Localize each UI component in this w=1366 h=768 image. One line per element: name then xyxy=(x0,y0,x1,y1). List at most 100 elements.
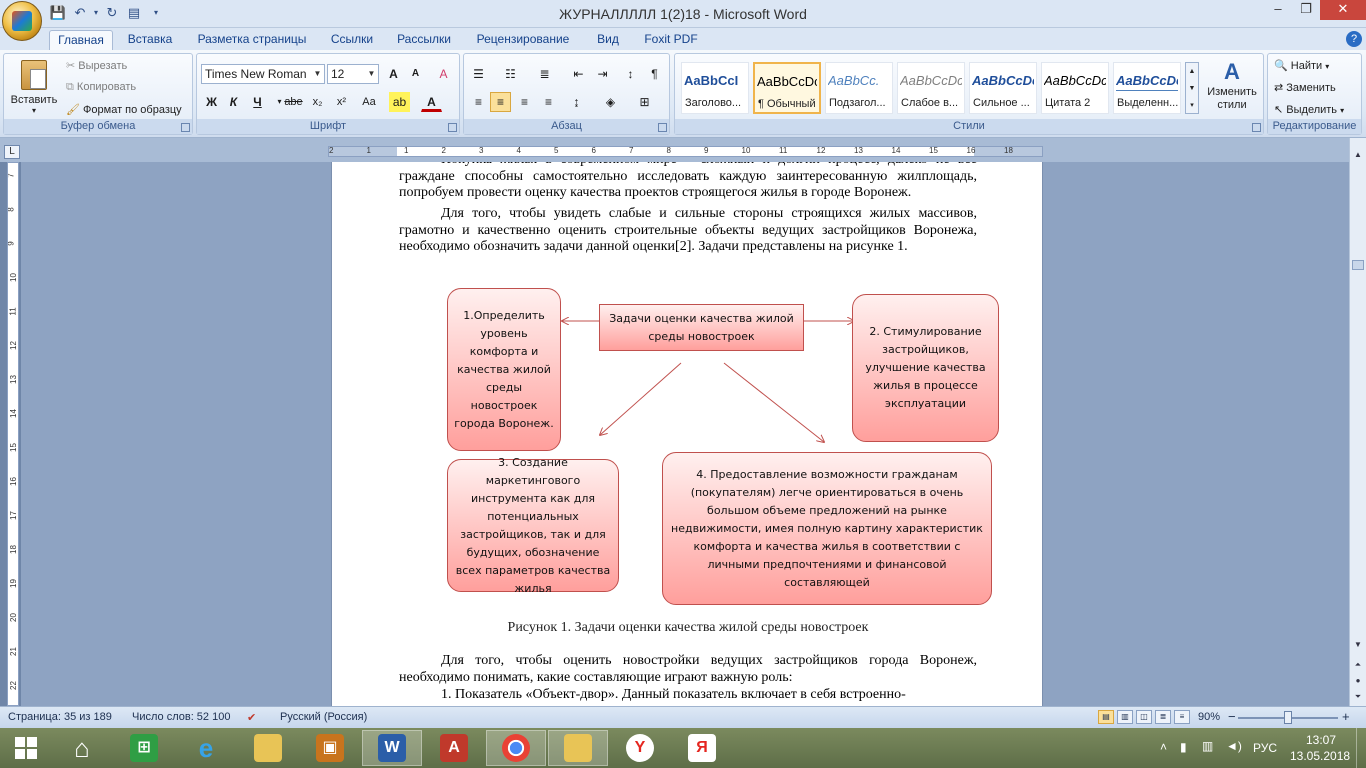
battery-icon[interactable]: ▮ xyxy=(1180,740,1187,754)
style-subtle-emphasis[interactable]: AaBbCcDc Слабое в... xyxy=(897,62,965,114)
taskbar-app[interactable]: ▣ xyxy=(300,730,360,766)
taskbar-ie[interactable]: e xyxy=(176,730,236,766)
font-color-icon[interactable]: A xyxy=(421,92,442,112)
paste-button[interactable]: Вставить ▾ xyxy=(8,58,60,118)
font-size-combo[interactable]: 12 ▼ xyxy=(327,64,379,84)
input-language[interactable]: РУС xyxy=(1253,741,1277,755)
align-left-icon[interactable]: ≡ xyxy=(468,92,489,112)
styles-scroll[interactable]: ▲ ▼ ▾ xyxy=(1185,62,1199,114)
draft-view-icon[interactable]: ≡ xyxy=(1174,710,1190,724)
zoom-level[interactable]: 90% xyxy=(1198,711,1220,723)
grow-font-button[interactable]: A xyxy=(383,64,404,84)
align-center-icon[interactable]: ≡ xyxy=(490,92,511,112)
replace-button[interactable]: ⇄ Заменить xyxy=(1274,81,1336,94)
tab-view[interactable]: Вид xyxy=(590,30,626,50)
change-styles-button[interactable]: A Изменить стили xyxy=(1203,58,1261,118)
style-normal[interactable]: AaBbCcDc ¶ Обычный xyxy=(753,62,821,114)
taskbar-explorer[interactable] xyxy=(548,730,608,766)
previous-page-icon[interactable]: ⏶ xyxy=(1351,658,1365,672)
tray-expand-icon[interactable]: ˄ xyxy=(1160,740,1167,754)
next-page-icon[interactable]: ⏷ xyxy=(1351,690,1365,704)
taskbar-chrome[interactable] xyxy=(486,730,546,766)
volume-icon[interactable]: ◄) xyxy=(1226,739,1242,753)
zoom-slider-knob[interactable] xyxy=(1284,711,1292,724)
highlight-icon[interactable]: ab xyxy=(389,92,410,112)
scroll-up-icon[interactable]: ▲ xyxy=(1351,148,1365,162)
document-page[interactable]: Покупка жилья в современном мире – сложн… xyxy=(331,162,1043,706)
pilcrow-icon[interactable]: ¶ xyxy=(644,64,665,84)
tab-page-layout[interactable]: Разметка страницы xyxy=(192,30,312,50)
align-right-icon[interactable]: ≡ xyxy=(514,92,535,112)
borders-icon[interactable]: ⊞ xyxy=(634,92,655,112)
tab-selector-icon[interactable]: L xyxy=(4,145,20,159)
multilevel-list-icon[interactable]: ≣ xyxy=(534,64,555,84)
find-button[interactable]: 🔍 Найти ▾ xyxy=(1274,59,1329,72)
zoom-out-button[interactable]: − xyxy=(1228,709,1236,724)
print-layout-view-icon[interactable]: ▤ xyxy=(1098,710,1114,724)
zoom-in-button[interactable]: + xyxy=(1342,709,1350,724)
browse-object-icon[interactable]: ● xyxy=(1351,674,1365,688)
clock-date[interactable]: 13.05.2018 xyxy=(1290,749,1350,763)
taskbar-yandex[interactable]: Я xyxy=(672,730,732,766)
select-button[interactable]: ↖ Выделить ▾ xyxy=(1274,103,1344,116)
sort-icon[interactable]: ↕ xyxy=(620,64,641,84)
scroll-thumb[interactable] xyxy=(1352,260,1364,270)
bullets-icon[interactable]: ☰ xyxy=(468,64,489,84)
numbering-icon[interactable]: ☷ xyxy=(500,64,521,84)
clear-format-icon[interactable]: A xyxy=(433,64,454,84)
justify-icon[interactable]: ≡ xyxy=(538,92,559,112)
vertical-ruler[interactable]: 7 8 9 10 11 12 13 14 15 16 17 18 19 20 21 22 xyxy=(7,162,19,706)
tab-insert[interactable]: Вставка xyxy=(122,30,178,50)
web-layout-view-icon[interactable]: ◫ xyxy=(1136,710,1152,724)
taskbar-store[interactable]: ⊞ xyxy=(114,730,174,766)
paragraph-launcher-icon[interactable] xyxy=(658,123,667,132)
shrink-font-button[interactable]: A xyxy=(405,64,426,84)
superscript-button[interactable]: x² xyxy=(331,92,352,112)
show-desktop-button[interactable] xyxy=(1356,728,1366,768)
cut-button[interactable]: ✂ Вырезать xyxy=(66,59,127,72)
strikethrough-button[interactable]: abe xyxy=(283,92,304,112)
font-family-combo[interactable]: Times New Roman ▼ xyxy=(201,64,325,84)
increase-indent-icon[interactable]: ⇥ xyxy=(592,64,613,84)
italic-button[interactable]: К xyxy=(223,92,244,112)
tab-mailings[interactable]: Рассылки xyxy=(392,30,456,50)
language-indicator[interactable]: Русский (Россия) xyxy=(280,711,367,723)
taskbar-word[interactable]: W xyxy=(362,730,422,766)
subscript-button[interactable]: x₂ xyxy=(307,92,328,112)
tab-foxit-pdf[interactable]: Foxit PDF xyxy=(638,30,704,50)
full-reading-view-icon[interactable]: ▥ xyxy=(1117,710,1133,724)
taskbar-autocad[interactable]: A xyxy=(424,730,484,766)
line-spacing-icon[interactable]: ↨ xyxy=(566,92,587,112)
format-painter-button[interactable]: 🖌 Формат по образцу xyxy=(66,103,182,116)
vertical-scrollbar[interactable]: ▲ ▼ ⏶ ● ⏷ xyxy=(1349,138,1366,706)
shading-icon[interactable]: ◈ xyxy=(600,92,621,112)
help-icon[interactable]: ? xyxy=(1346,31,1362,47)
taskbar-yandex-browser[interactable]: Y xyxy=(610,730,670,766)
horizontal-ruler[interactable]: 2 1 1 2 3 4 5 6 7 8 9 10 11 12 13 14 15 16 18 xyxy=(328,146,1043,157)
style-subtitle[interactable]: AaBbCc. Подзагол... xyxy=(825,62,893,114)
tab-references[interactable]: Ссылки xyxy=(325,30,379,50)
style-intense-emphasis[interactable]: AaBbCcDc Сильное ... xyxy=(969,62,1037,114)
styles-launcher-icon[interactable] xyxy=(1252,123,1261,132)
clipboard-launcher-icon[interactable] xyxy=(181,123,190,132)
taskbar-files[interactable] xyxy=(238,730,298,766)
style-heading[interactable]: AaBbCcI Заголово... xyxy=(681,62,749,114)
network-icon[interactable]: ▥ xyxy=(1202,739,1213,753)
bold-button[interactable]: Ж xyxy=(201,92,222,112)
outline-view-icon[interactable]: ≣ xyxy=(1155,710,1171,724)
proofing-icon[interactable]: ✔ xyxy=(247,711,256,724)
page-indicator[interactable]: Страница: 35 из 189 xyxy=(8,711,112,723)
taskbar-home[interactable]: ⌂ xyxy=(52,730,112,766)
restore-button[interactable]: ❐ xyxy=(1292,0,1320,20)
underline-button[interactable]: Ч xyxy=(247,92,268,112)
tab-home[interactable]: Главная xyxy=(49,30,113,50)
scroll-down-icon[interactable]: ▼ xyxy=(1351,638,1365,652)
close-button[interactable]: ✕ xyxy=(1320,0,1366,20)
minimize-button[interactable]: – xyxy=(1264,0,1292,20)
style-intense-quote[interactable]: AaBbCcDc Выделенн... xyxy=(1113,62,1181,114)
font-launcher-icon[interactable] xyxy=(448,123,457,132)
word-count[interactable]: Число слов: 52 100 xyxy=(132,711,230,723)
decrease-indent-icon[interactable]: ⇤ xyxy=(568,64,589,84)
change-case-button[interactable]: Aa xyxy=(355,92,383,112)
copy-button[interactable]: ⧉ Копировать xyxy=(66,81,136,94)
